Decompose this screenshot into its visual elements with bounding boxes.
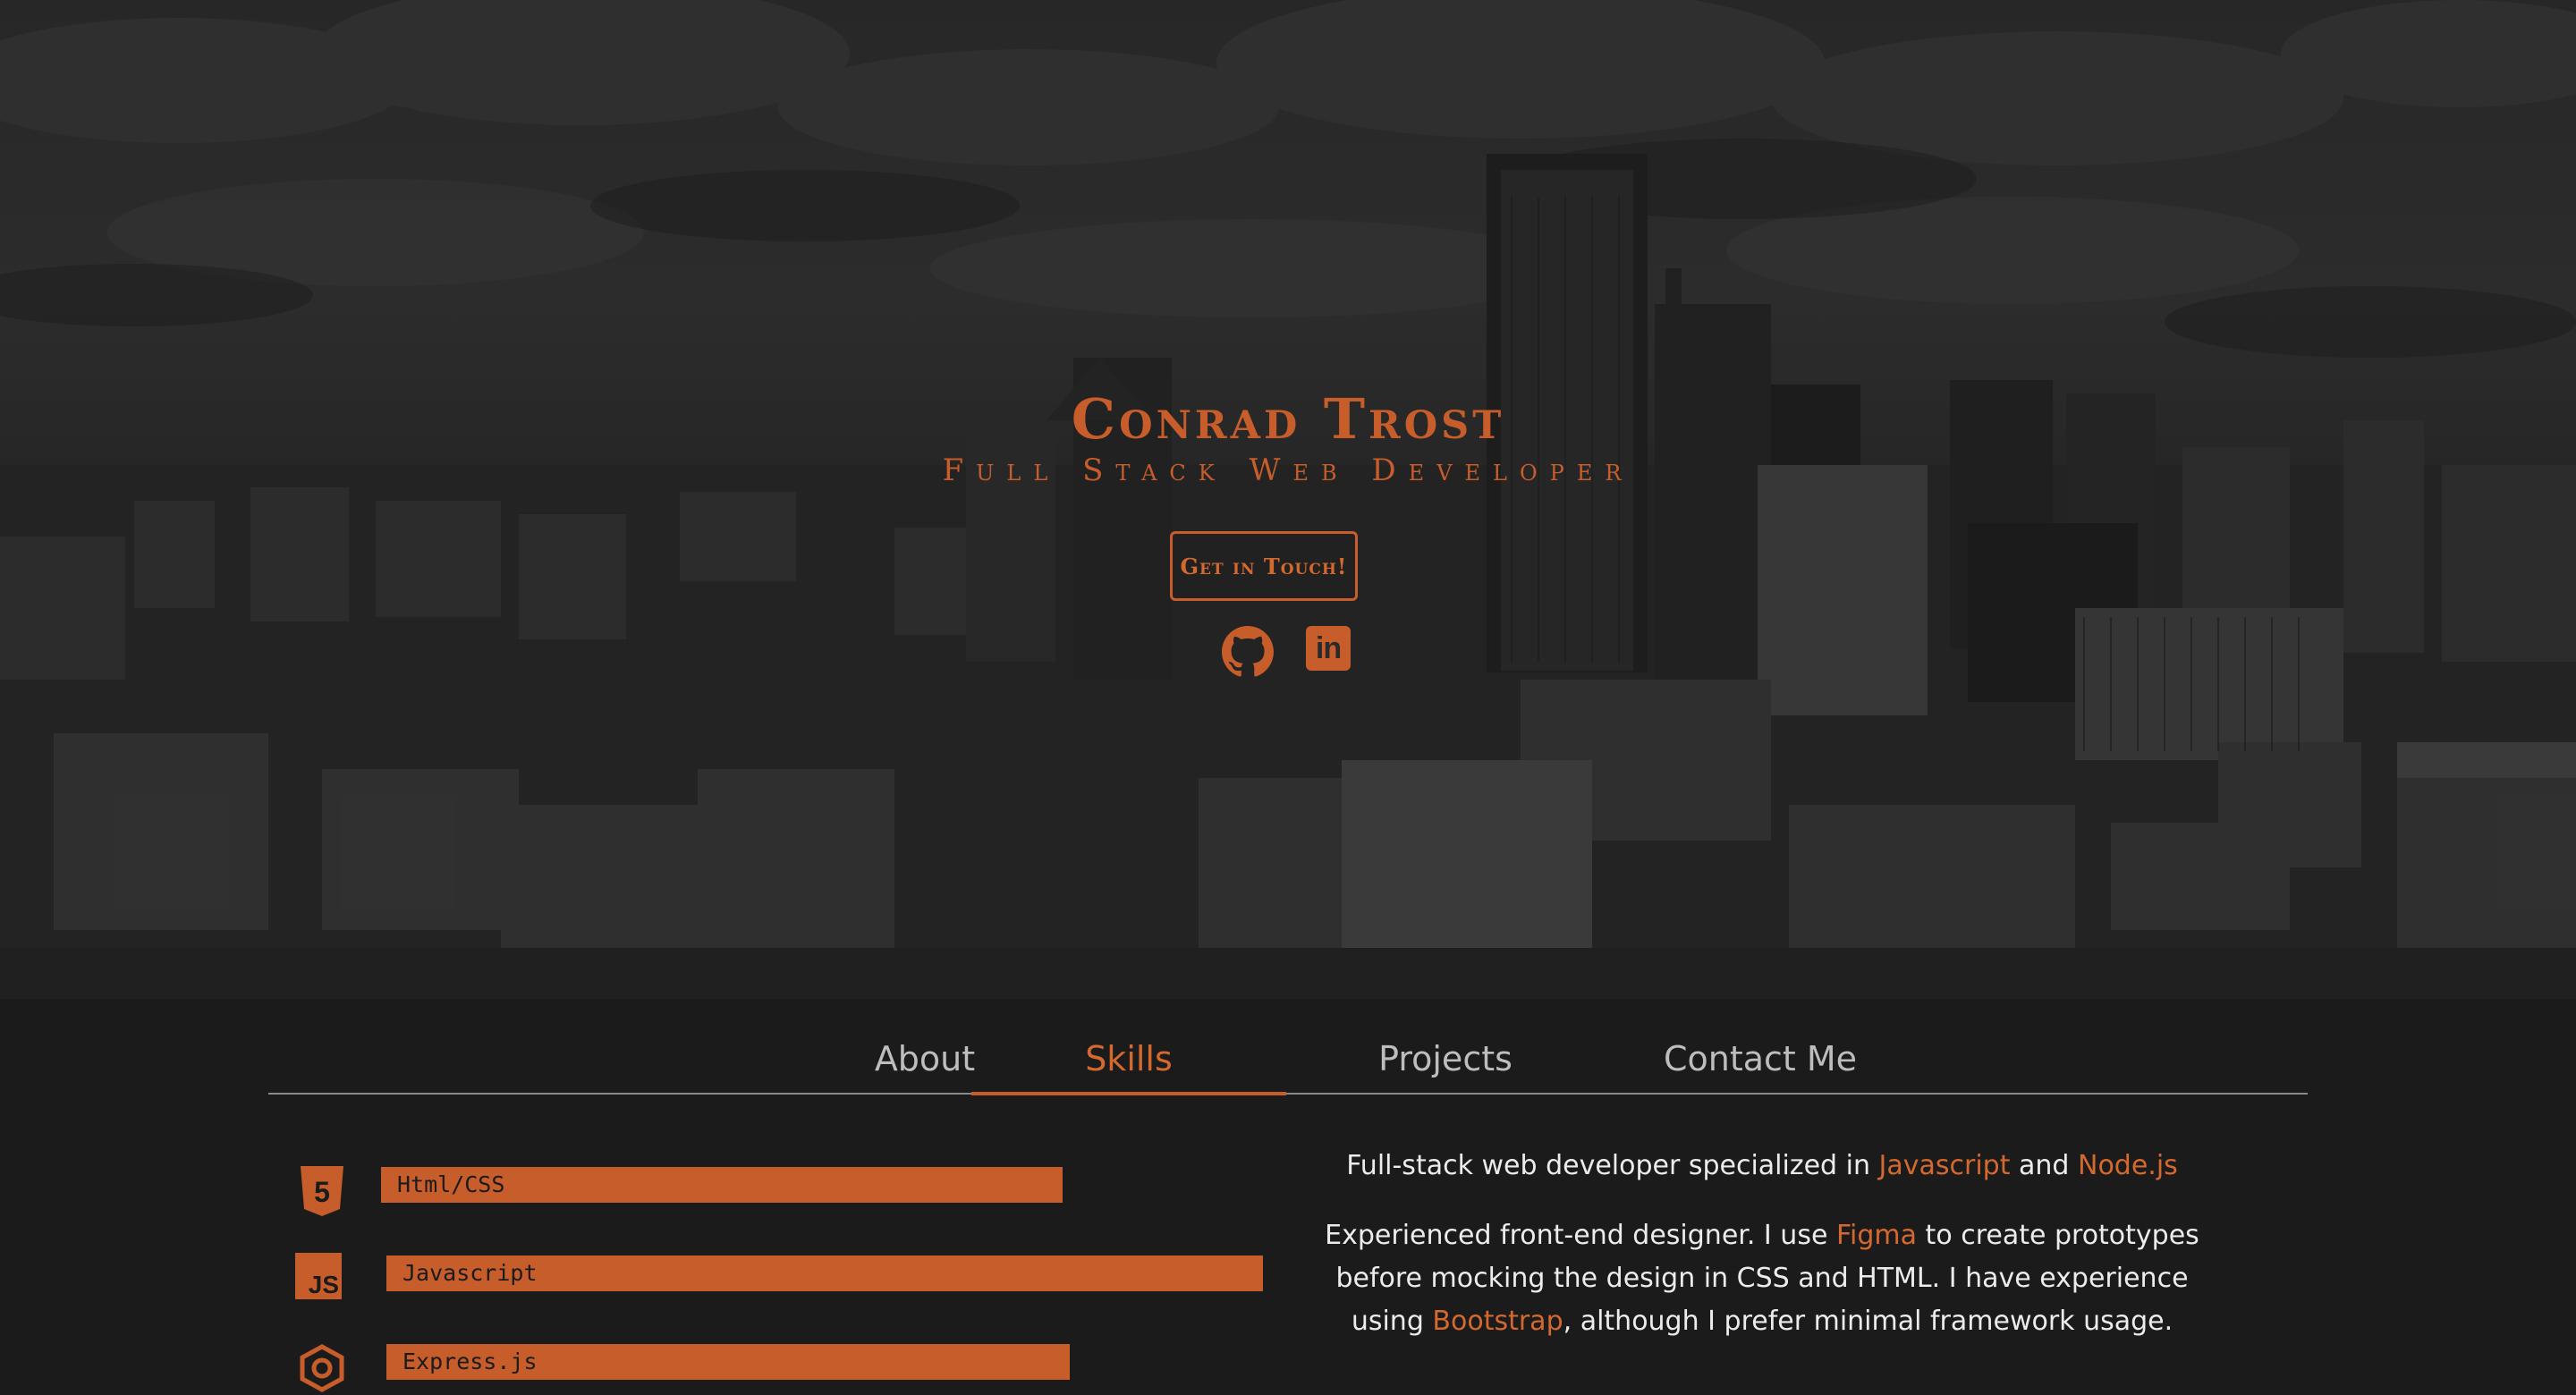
skill-bar-express: Express.js <box>386 1344 1070 1380</box>
javascript-badge-text: JS <box>308 1271 339 1298</box>
designer-text: Experienced front-end designer. I use <box>1325 1220 1836 1251</box>
html5-icon: 5 <box>301 1166 343 1216</box>
designer-text-end: , although I prefer minimal framework us… <box>1563 1306 2174 1337</box>
skill-row: JS Javascript <box>295 1253 1263 1299</box>
github-icon <box>1222 626 1274 677</box>
skill-bar-html-css: Html/CSS <box>381 1167 1063 1203</box>
get-in-touch-button[interactable]: Get in Touch! <box>1170 531 1358 601</box>
tab-contact-me[interactable]: Contact Me <box>1603 1024 1918 1093</box>
nodejs-link[interactable]: Node.js <box>2078 1150 2178 1181</box>
designer-paragraph: Experienced front-end designer. I use Fi… <box>1324 1214 2200 1343</box>
tab-projects[interactable]: Projects <box>1288 1024 1603 1093</box>
hero-section: Conrad Trost Full Stack Web Developer Ge… <box>0 0 2576 999</box>
linkedin-link[interactable]: in <box>1306 626 1358 678</box>
summary-text-and: and <box>2010 1150 2078 1181</box>
tab-skills[interactable]: Skills <box>971 1024 1286 1095</box>
github-link[interactable] <box>1222 626 1274 678</box>
javascript-link[interactable]: Javascript <box>1879 1150 2011 1181</box>
section-tabs: About Skills Projects Contact Me <box>268 1024 2308 1095</box>
linkedin-icon: in <box>1306 626 1351 671</box>
bootstrap-link[interactable]: Bootstrap <box>1432 1306 1563 1337</box>
express-icon <box>300 1344 344 1392</box>
summary-paragraph: Full-stack web developer specialized in … <box>1324 1145 2200 1188</box>
summary-text: Full-stack web developer specialized in <box>1346 1150 1879 1181</box>
skill-bar-javascript: Javascript <box>386 1256 1263 1291</box>
javascript-icon: JS <box>295 1253 342 1299</box>
hero-name: Conrad Trost <box>1071 386 1505 452</box>
hero-content: Conrad Trost Full Stack Web Developer Ge… <box>0 0 2576 999</box>
skills-description: Full-stack web developer specialized in … <box>1324 1145 2200 1370</box>
hero-subtitle: Full Stack Web Developer <box>942 452 1634 488</box>
figma-link[interactable]: Figma <box>1836 1220 1917 1251</box>
html5-badge-text: 5 <box>314 1176 330 1208</box>
